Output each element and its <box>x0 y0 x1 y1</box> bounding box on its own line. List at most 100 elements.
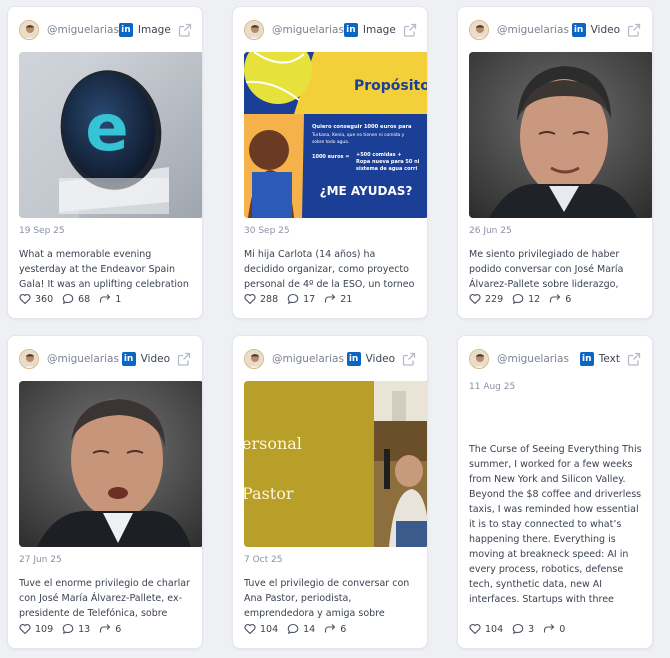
heart-icon <box>244 623 256 635</box>
post-stats: 104 3 0 <box>469 623 574 635</box>
likes-stat: 104 <box>244 623 278 635</box>
post-date: 7 Oct 25 <box>244 555 283 565</box>
heart-icon <box>244 293 256 305</box>
post-image[interactable]: e <box>19 52 202 218</box>
linkedin-icon: in <box>121 352 136 366</box>
post-stats: 360 68 1 <box>19 293 130 305</box>
comments-count: 13 <box>78 623 91 635</box>
reposts-count: 21 <box>340 293 353 305</box>
post-stats: 109 13 6 <box>19 623 130 635</box>
card-header: @miguelarias in Video <box>244 348 416 370</box>
video-thumbnail[interactable]: ersonal Pastor <box>244 381 427 547</box>
reposts-count: 6 <box>565 293 572 305</box>
external-link-icon[interactable] <box>627 23 641 37</box>
likes-count: 288 <box>260 293 279 305</box>
reposts-stat: 6 <box>324 623 346 635</box>
comments-count: 14 <box>303 623 316 635</box>
post-card[interactable]: @miguelarias in Video 26 Jun 25 Me sient… <box>457 6 653 319</box>
username: @miguelarias <box>47 24 119 36</box>
post-date: 26 Jun 25 <box>469 226 512 236</box>
video-thumbnail[interactable] <box>469 52 652 218</box>
linkedin-icon: in <box>571 23 586 37</box>
post-card[interactable]: @miguelarias in Video ersonal Pastor 7 O… <box>232 335 428 649</box>
likes-stat: 109 <box>19 623 53 635</box>
svg-text:e: e <box>85 92 128 166</box>
likes-count: 360 <box>35 293 54 305</box>
heart-icon <box>469 293 481 305</box>
post-card[interactable]: @miguelarias in Video 27 Jun 25 Tuve el … <box>7 335 203 649</box>
repost-icon <box>99 293 111 305</box>
likes-count: 109 <box>35 623 54 635</box>
post-image[interactable]: Propósito Quiero conseguir 1000 euros pa… <box>244 52 427 218</box>
likes-stat: 360 <box>19 293 53 305</box>
heart-icon <box>19 623 31 635</box>
external-link-icon[interactable] <box>178 23 192 37</box>
post-type-label: Text <box>598 353 620 365</box>
post-type-label: Video <box>590 24 620 36</box>
likes-count: 104 <box>260 623 279 635</box>
image-line-2: Turkana, Kenia, que no tienen ni comida … <box>311 132 405 138</box>
card-header: @miguelarias in Text <box>469 348 641 370</box>
repost-icon <box>324 293 336 305</box>
likes-count: 104 <box>485 623 504 635</box>
post-text: Tuve el privilegio de conversar con Ana … <box>244 578 410 619</box>
image-eq-right-2: Ropa nueva para 50 ni <box>356 159 420 165</box>
reposts-stat: 6 <box>99 623 121 635</box>
avatar <box>19 349 39 369</box>
image-eq-left: 1000 euros = <box>312 154 349 160</box>
card-header: @miguelarias in Video <box>19 348 191 370</box>
comments-stat: 14 <box>287 623 315 635</box>
card-header: @miguelarias in Image <box>19 19 191 41</box>
likes-count: 229 <box>485 293 504 305</box>
likes-stat: 229 <box>469 293 503 305</box>
post-type-label: Image <box>362 24 396 36</box>
comments-stat: 13 <box>62 623 90 635</box>
post-card[interactable]: @miguelarias in Text 11 Aug 25 The Curse… <box>457 335 653 649</box>
external-link-icon[interactable] <box>402 352 416 366</box>
reposts-count: 0 <box>559 623 566 635</box>
post-date: 30 Sep 25 <box>244 226 290 236</box>
post-card[interactable]: @miguelarias in Image Propósito Quiero c… <box>232 6 428 319</box>
linkedin-icon: in <box>346 352 361 366</box>
comments-count: 68 <box>78 293 91 305</box>
comment-icon <box>62 293 74 305</box>
heart-icon <box>469 623 481 635</box>
reposts-stat: 0 <box>543 623 565 635</box>
repost-icon <box>324 623 336 635</box>
comments-stat: 12 <box>512 293 540 305</box>
username: @miguelarias <box>272 24 344 36</box>
post-text: The Curse of Seeing Everything This summ… <box>469 444 642 605</box>
comments-count: 3 <box>528 623 535 635</box>
post-stats: 288 17 21 <box>244 293 361 305</box>
image-line-2: Pastor <box>244 484 294 503</box>
avatar <box>244 349 264 369</box>
comments-stat: 17 <box>287 293 315 305</box>
likes-stat: 104 <box>469 623 503 635</box>
comments-stat: 3 <box>512 623 534 635</box>
post-card[interactable]: @miguelarias in Image e 19 Sep 25 What a… <box>7 6 203 319</box>
image-eq-right-3: sistema de agua corri <box>356 166 417 172</box>
heart-icon <box>19 293 31 305</box>
comments-count: 17 <box>303 293 316 305</box>
image-cta: ¿ME AYUDAS? <box>320 184 413 198</box>
reposts-count: 1 <box>115 293 122 305</box>
external-link-icon[interactable] <box>177 352 191 366</box>
comment-icon <box>62 623 74 635</box>
username: @miguelarias <box>497 24 569 36</box>
post-text: Mi hija Carlota (14 años) ha decidido or… <box>244 249 415 290</box>
post-text: What a memorable evening yesterday at th… <box>19 249 189 290</box>
external-link-icon[interactable] <box>627 352 641 366</box>
post-date: 27 Jun 25 <box>19 555 62 565</box>
avatar <box>19 20 39 40</box>
comment-icon <box>287 623 299 635</box>
comment-icon <box>512 623 524 635</box>
reposts-stat: 21 <box>324 293 352 305</box>
repost-icon <box>99 623 111 635</box>
comments-stat: 68 <box>62 293 90 305</box>
repost-icon <box>549 293 561 305</box>
card-header: @miguelarias in Image <box>244 19 416 41</box>
avatar <box>469 349 489 369</box>
video-thumbnail[interactable] <box>19 381 202 547</box>
external-link-icon[interactable] <box>403 23 417 37</box>
card-header: @miguelarias in Video <box>469 19 641 41</box>
